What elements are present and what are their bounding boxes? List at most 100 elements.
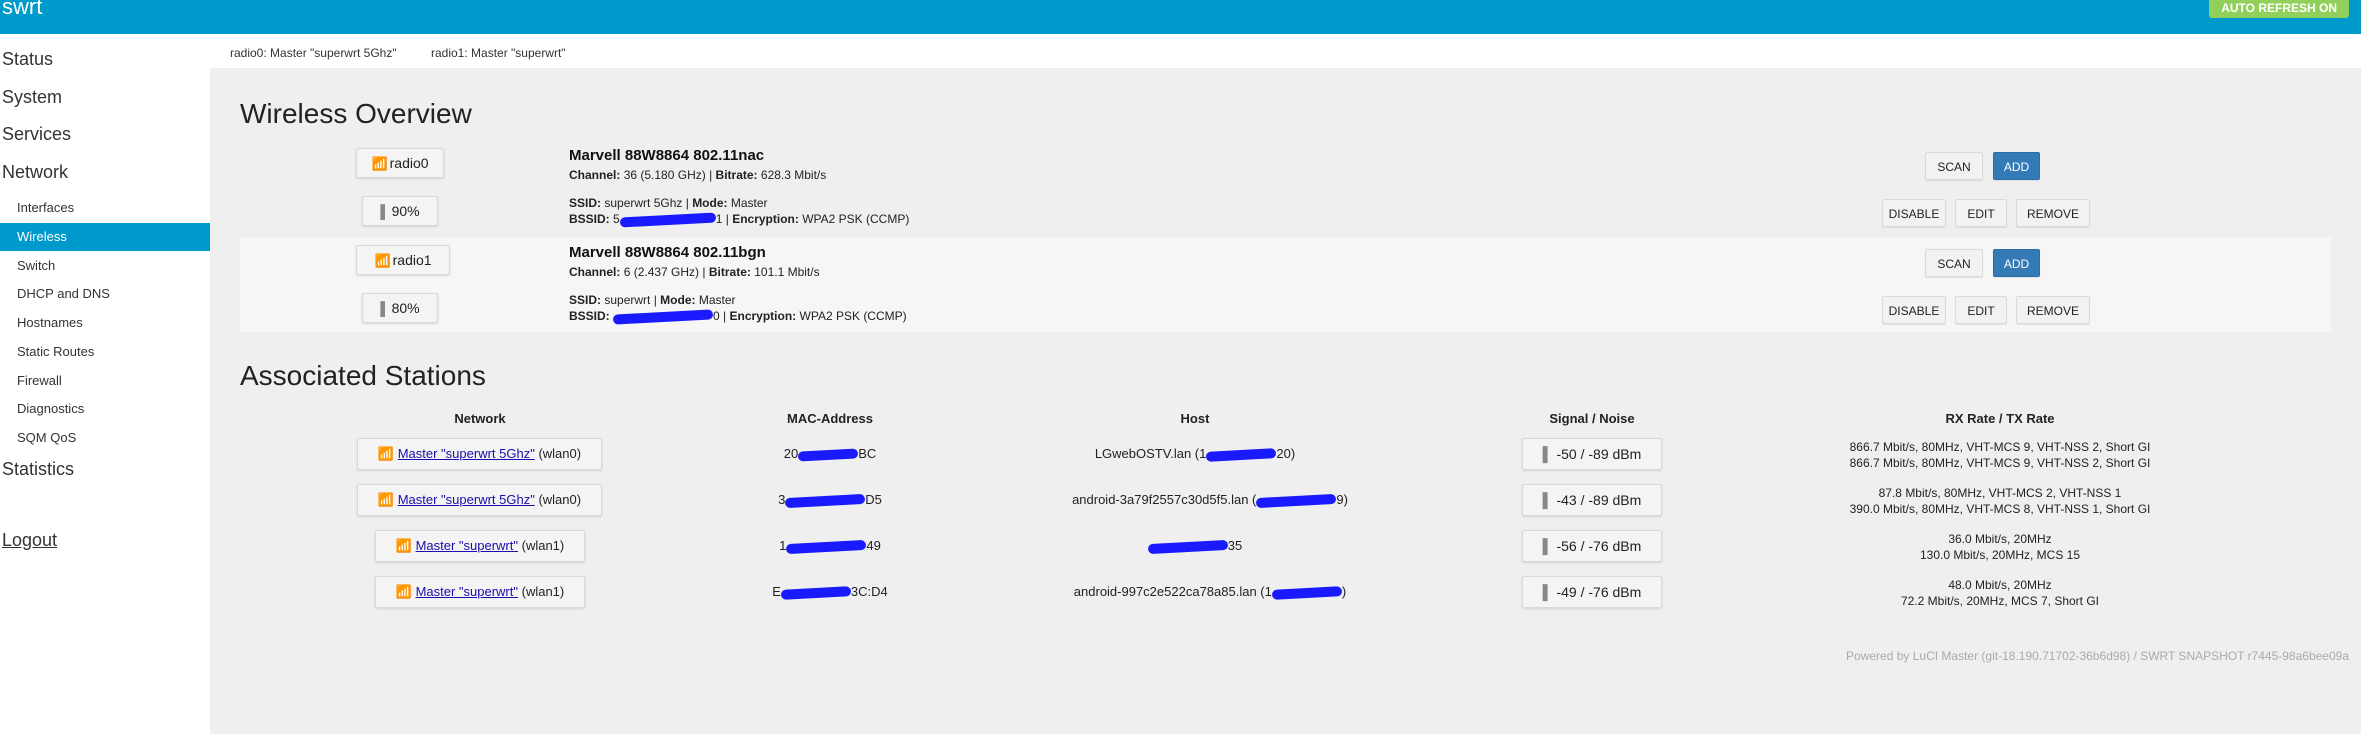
radio0-add-button[interactable]: ADD bbox=[1993, 152, 2040, 180]
rx-rate: 36.0 Mbit/s, 20MHz bbox=[1948, 532, 2052, 546]
bitrate-label: Bitrate: bbox=[715, 168, 758, 182]
host: LGwebOSTV.lan (1 20) bbox=[1020, 446, 1370, 462]
mode-label: Mode: bbox=[692, 196, 728, 210]
ssid-label: SSID: bbox=[569, 293, 602, 307]
col-rate-header: RX Rate / TX Rate bbox=[1945, 411, 2055, 426]
host-name: android-3a79f2557c30d5f5.lan ( bbox=[1072, 492, 1257, 507]
redaction-mark bbox=[780, 585, 852, 600]
logout-link[interactable]: Logout bbox=[2, 530, 57, 551]
mac-address: 20 BC bbox=[730, 446, 930, 462]
radio1-ssid-info: SSID: superwrt | Mode: Master bbox=[569, 293, 736, 307]
radio1-scan-button[interactable]: SCAN bbox=[1925, 249, 1983, 277]
signal-value: -49 / -76 dBm bbox=[1556, 584, 1642, 600]
signal-bars-icon: ▌ bbox=[380, 301, 390, 316]
mac-start: E bbox=[772, 584, 781, 599]
radio1-channel: 6 (2.437 GHz) bbox=[623, 265, 700, 279]
wifi-icon: 📶 bbox=[371, 156, 388, 171]
radio0-bssid-info: BSSID: 51 | Encryption: WPA2 PSK (CCMP) bbox=[569, 212, 910, 228]
radio1-signal-value: 80% bbox=[391, 300, 420, 316]
network-iface: (wlan0) bbox=[538, 492, 582, 507]
radio1-disable-button[interactable]: DISABLE bbox=[1882, 296, 1946, 324]
radio1-remove-button[interactable]: REMOVE bbox=[2016, 296, 2090, 324]
brand-title[interactable]: swrt bbox=[2, 0, 42, 20]
auto-refresh-badge[interactable]: AUTO REFRESH ON bbox=[2209, 0, 2349, 18]
radio0-remove-button[interactable]: REMOVE bbox=[2016, 199, 2090, 227]
network-link[interactable]: Master "superwrt" bbox=[416, 538, 518, 553]
nav-diagnostics[interactable]: Diagnostics bbox=[0, 395, 210, 423]
network-link[interactable]: Master "superwrt 5Ghz" bbox=[398, 492, 535, 507]
nav-interfaces[interactable]: Interfaces bbox=[0, 194, 210, 222]
signal-noise: ▌ -49 / -76 dBm bbox=[1522, 576, 1662, 608]
tab-radio1[interactable]: radio1: Master "superwrt" bbox=[431, 46, 566, 60]
nav-services[interactable]: Services bbox=[2, 124, 71, 145]
rx-rate: 866.7 Mbit/s, 80MHz, VHT-MCS 9, VHT-NSS … bbox=[1849, 440, 2151, 454]
radio0-ssid-info: SSID: superwrt 5Ghz | Mode: Master bbox=[569, 196, 768, 210]
nav-system[interactable]: System bbox=[2, 87, 62, 108]
network-link[interactable]: Master "superwrt" bbox=[416, 584, 518, 599]
signal-bars-icon: ▌ bbox=[1542, 446, 1553, 462]
mode-label: Mode: bbox=[660, 293, 696, 307]
signal-value: -43 / -89 dBm bbox=[1556, 492, 1642, 508]
nav-network[interactable]: Network bbox=[2, 162, 68, 183]
nav-status[interactable]: Status bbox=[2, 49, 53, 70]
network-link[interactable]: Master "superwrt 5Ghz" bbox=[398, 446, 535, 461]
host: android-997c2e522ca78a85.lan (1) bbox=[1020, 584, 1400, 600]
radio1-edit-button[interactable]: EDIT bbox=[1955, 296, 2007, 324]
radio0-badge: 📶 radio0 bbox=[356, 148, 444, 178]
device-row-radio0: 📶 radio0 ▌ 90% Marvell 88W8864 802.11nac C… bbox=[240, 141, 2331, 236]
col-signal-header: Signal / Noise bbox=[1549, 411, 1635, 426]
tx-rate: 866.7 Mbit/s, 80MHz, VHT-MCS 9, VHT-NSS … bbox=[1849, 456, 2151, 470]
signal-noise: ▌ -50 / -89 dBm bbox=[1522, 438, 1662, 470]
radio0-label: radio0 bbox=[389, 155, 429, 171]
host: android-3a79f2557c30d5f5.lan (9) bbox=[1020, 492, 1400, 508]
nav-sqm-qos[interactable]: SQM QoS bbox=[0, 424, 210, 452]
associated-stations-title: Associated Stations bbox=[240, 360, 486, 391]
nav-hostnames[interactable]: Hostnames bbox=[0, 309, 210, 337]
radio1-bssid-info: BSSID: 0 | Encryption: WPA2 PSK (CCMP) bbox=[569, 309, 907, 325]
channel-label: Channel: bbox=[569, 265, 621, 279]
mac-address: E 3C:D4 bbox=[730, 584, 930, 600]
radio1-device-name: Marvell 88W8864 802.11bgn bbox=[569, 244, 766, 261]
rx-rate: 87.8 Mbit/s, 80MHz, VHT-MCS 2, VHT-NSS 1 bbox=[1878, 486, 2122, 500]
sidebar: Status System Services Network Interface… bbox=[0, 34, 210, 734]
signal-noise: ▌ -43 / -89 dBm bbox=[1522, 484, 1662, 516]
radio1-encryption: WPA2 PSK (CCMP) bbox=[799, 309, 907, 323]
signal-bars-icon: ▌ bbox=[1542, 538, 1553, 554]
radio1-add-button[interactable]: ADD bbox=[1993, 249, 2040, 277]
redaction-mark bbox=[1206, 447, 1277, 462]
redaction-mark bbox=[786, 539, 867, 554]
tab-radio0[interactable]: radio0: Master "superwrt 5Ghz" bbox=[230, 46, 397, 60]
wifi-icon: 📶 bbox=[377, 492, 395, 507]
radio0-edit-button[interactable]: EDIT bbox=[1955, 199, 2007, 227]
radio0-ssid: superwrt 5Ghz bbox=[604, 196, 683, 210]
rx-tx-rate: 866.7 Mbit/s, 80MHz, VHT-MCS 9, VHT-NSS … bbox=[1790, 439, 2210, 471]
redaction-mark bbox=[785, 493, 866, 508]
radio0-bitrate: 628.3 Mbit/s bbox=[760, 168, 827, 182]
rx-tx-rate: 87.8 Mbit/s, 80MHz, VHT-MCS 2, VHT-NSS 1… bbox=[1790, 485, 2210, 517]
nav-wireless[interactable]: Wireless bbox=[0, 223, 210, 251]
ssid-label: SSID: bbox=[569, 196, 602, 210]
redaction-mark bbox=[1271, 585, 1343, 600]
signal-bars-icon: ▌ bbox=[1542, 584, 1553, 600]
nav-static-routes[interactable]: Static Routes bbox=[0, 338, 210, 366]
nav-switch[interactable]: Switch bbox=[0, 252, 210, 280]
device-row-radio1: 📶 radio1 ▌ 80% Marvell 88W8864 802.11bgn C… bbox=[240, 237, 2331, 332]
rx-rate: 48.0 Mbit/s, 20MHz bbox=[1948, 578, 2052, 592]
signal-value: -56 / -76 dBm bbox=[1556, 538, 1642, 554]
redaction-mark bbox=[619, 212, 716, 228]
host-end: 35 bbox=[1227, 538, 1243, 553]
radio0-disable-button[interactable]: DISABLE bbox=[1882, 199, 1946, 227]
footer-powered-by: Powered by LuCI Master (git-18.190.71702… bbox=[1846, 649, 2349, 663]
tx-rate: 390.0 Mbit/s, 80MHz, VHT-MCS 8, VHT-NSS … bbox=[1849, 502, 2151, 516]
nav-dhcp-dns[interactable]: DHCP and DNS bbox=[0, 280, 210, 308]
host-end: ) bbox=[1341, 584, 1347, 599]
nav-statistics[interactable]: Statistics bbox=[2, 459, 74, 480]
radio0-scan-button[interactable]: SCAN bbox=[1925, 152, 1983, 180]
rx-tx-rate: 36.0 Mbit/s, 20MHz 130.0 Mbit/s, 20MHz, M… bbox=[1790, 531, 2210, 563]
radio0-mode: Master bbox=[730, 196, 768, 210]
nav-firewall[interactable]: Firewall bbox=[0, 367, 210, 395]
host-name: android-997c2e522ca78a85.lan (1 bbox=[1073, 584, 1272, 599]
radio1-ssid: superwrt bbox=[604, 293, 651, 307]
network-iface: (wlan0) bbox=[538, 446, 582, 461]
wifi-icon: 📶 bbox=[377, 446, 395, 461]
